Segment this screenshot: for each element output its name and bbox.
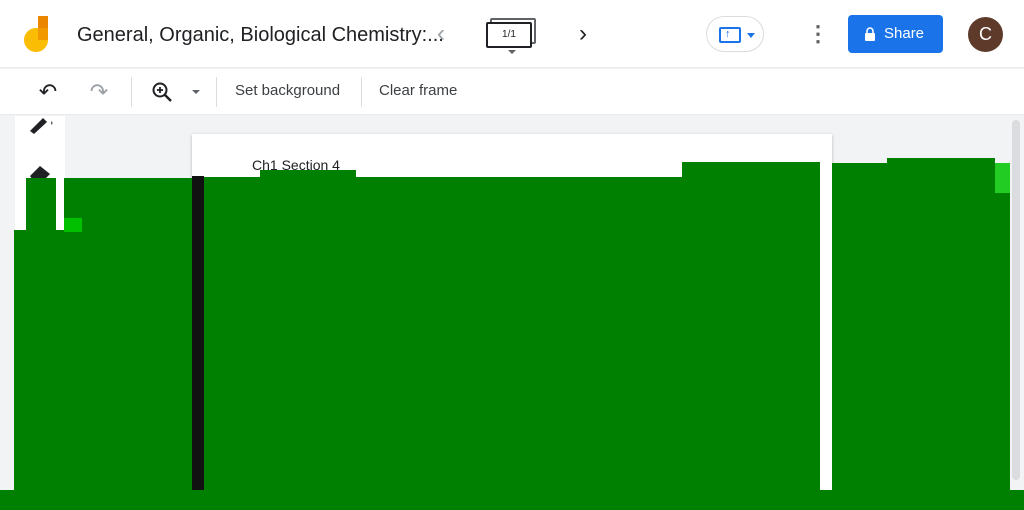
occlusion-block [887, 158, 995, 168]
zoom-in-icon[interactable] [148, 78, 176, 106]
occlusion-block [682, 162, 820, 182]
chevron-down-icon [508, 50, 516, 54]
share-button[interactable]: Share [848, 15, 943, 53]
arrow-up-icon: ↑ [725, 28, 731, 40]
frames-button[interactable]: 1/1 [484, 16, 542, 56]
toolbar-divider [131, 77, 132, 107]
zoom-in-glyph [152, 82, 172, 102]
toolbar-divider [361, 77, 362, 107]
jamboard-logo[interactable] [22, 14, 54, 54]
frame-counter: 1/1 [486, 22, 532, 48]
toolbar-divider [216, 77, 217, 107]
more-vert-icon[interactable]: ⋮ [806, 20, 830, 48]
occlusion-block [204, 177, 820, 490]
occlusion-block [832, 163, 1010, 510]
redo-icon[interactable]: ↷ [85, 78, 113, 106]
avatar[interactable]: C [968, 17, 1003, 52]
lock-icon [865, 27, 875, 41]
occlusion-block [260, 170, 356, 180]
occlusion-edge [192, 176, 204, 490]
cast-screen-button[interactable]: ↑ [706, 16, 764, 52]
occlusion-block [995, 163, 1010, 193]
chevron-right-icon[interactable]: › [570, 20, 596, 48]
toolbar: ↶ ↷ Set background Clear frame [0, 69, 1024, 115]
occlusion-block [14, 230, 192, 510]
occlusion-block [26, 178, 56, 238]
share-label: Share [884, 25, 925, 42]
occlusion-block [64, 218, 82, 232]
set-background-button[interactable]: Set background [235, 82, 340, 99]
vertical-scrollbar[interactable] [1012, 120, 1020, 480]
undo-icon[interactable]: ↶ [34, 78, 62, 106]
chevron-down-icon [747, 33, 755, 38]
clear-frame-button[interactable]: Clear frame [379, 82, 457, 99]
document-title[interactable]: General, Organic, Biological Chemistry:.… [77, 24, 444, 47]
occlusion-block [0, 490, 1024, 510]
top-bar: General, Organic, Biological Chemistry:.… [0, 0, 1024, 68]
chevron-left-icon[interactable]: ‹ [428, 20, 454, 48]
zoom-dropdown-icon[interactable] [192, 90, 200, 94]
occlusion-block [64, 178, 192, 238]
pen-icon[interactable] [27, 112, 53, 134]
